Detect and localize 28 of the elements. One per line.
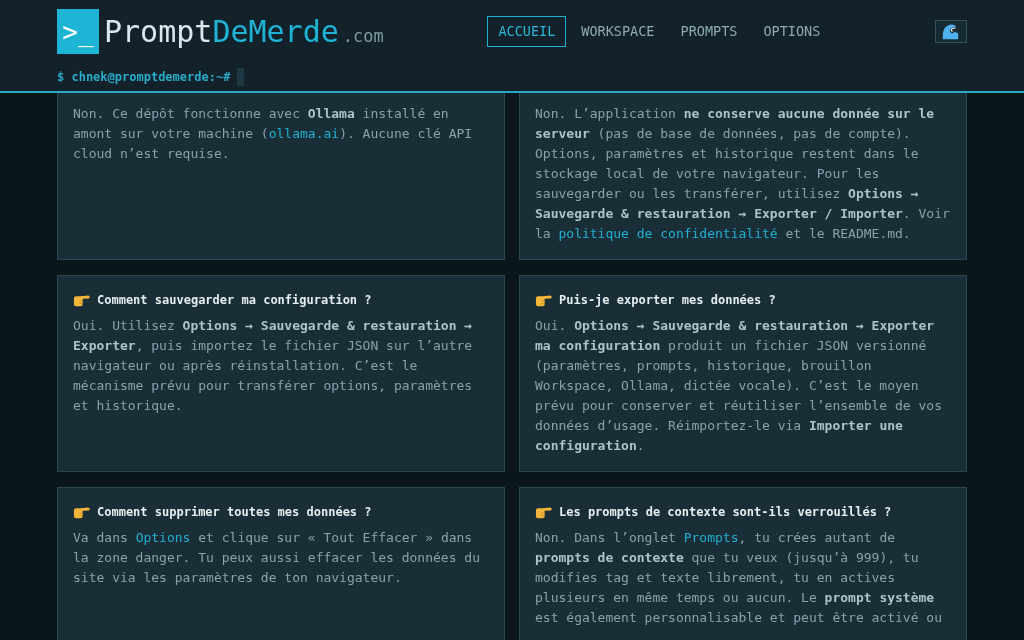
pointing-hand-icon (535, 505, 552, 519)
faq-answer: Non. Dans l’onglet Prompts, tu crées autant de prompts de contexte que tu veux (jusqu’à 999), tu modifies tag et texte librement, tu en actives plusieurs en même temps ou aucun. Le prompt système est également personnalisable et peut être activé ou (535, 529, 943, 627)
faq-question: Comment sauvegarder ma configuration ? (97, 293, 372, 307)
answer-link[interactable]: Prompts (683, 530, 739, 545)
answer-link[interactable]: politique de confidentialité (558, 226, 778, 241)
faq-question: Comment supprimer toutes mes données ? (97, 505, 372, 519)
faq-answer: Non. Ce dépôt fonctionne avec Ollama installé en amont sur votre machine (ollama.ai). Aucune clé API cloud n’est requise. (73, 105, 474, 163)
pointing-hand-icon (73, 505, 90, 519)
nav-tab[interactable]: PROMPTS (669, 16, 749, 47)
answer-link[interactable]: ollama.ai (268, 126, 340, 141)
site-name[interactable]: PromptDeMerde.com (104, 15, 384, 48)
faq-answer: Oui. Options → Sauvegarde & restauration → Exporter ma configuration produit un fichier JSON versionné (paramètres, prompts, historique, brouillon Workspace, Ollama, dictée vocale). C’est le moyen prévu pour conserver et réutiliser l’ensemble de vos données d’usage. Réimportez-le via Importer une configuration. (535, 317, 943, 455)
terminal-prompt: $ chnek@promptdemerde:~# (57, 70, 231, 84)
answer-link[interactable]: Options (135, 530, 191, 545)
pointing-hand-icon (73, 293, 90, 307)
faq-question: Les prompts de contexte sont-ils verrouillés ? (559, 505, 892, 519)
logo-mark: >_ (57, 9, 99, 54)
cursor-icon (237, 68, 245, 86)
wave-button[interactable] (935, 20, 967, 43)
faq-answer: Non. L’application ne conserve aucune donnée sur le serveur (pas de base de données, pas de compte). Options, paramètres et historique restent dans le stockage local de votre navigateur. Pour les sauvegarder ou les transférer, utilisez Options → Sauvegarde & restauration → Exporter / Importer. Voir la politique de confidentialité et le README.md. (535, 105, 951, 243)
faq-answer: Va dans Options et clique sur « Tout Effacer » dans la zone danger. Tu peux aussi effacer les données du site via les paramètres de ton navigateur. (73, 529, 481, 587)
pointing-hand-icon (535, 293, 552, 307)
nav-tab[interactable]: OPTIONS (752, 16, 832, 47)
faq-answer: Oui. Utilisez Options → Sauvegarde & restauration → Exporter, puis importez le fichier JSON sur l’autre navigateur ou après réinstallation. C’est le mécanisme prévu pour transférer options, paramètres et historique. (73, 317, 474, 415)
nav-tab[interactable]: WORKSPACE (570, 16, 666, 47)
wave-icon (942, 23, 960, 40)
faq-question: Puis-je exporter mes données ? (559, 293, 776, 307)
nav-tab[interactable]: ACCUEIL (487, 16, 567, 47)
